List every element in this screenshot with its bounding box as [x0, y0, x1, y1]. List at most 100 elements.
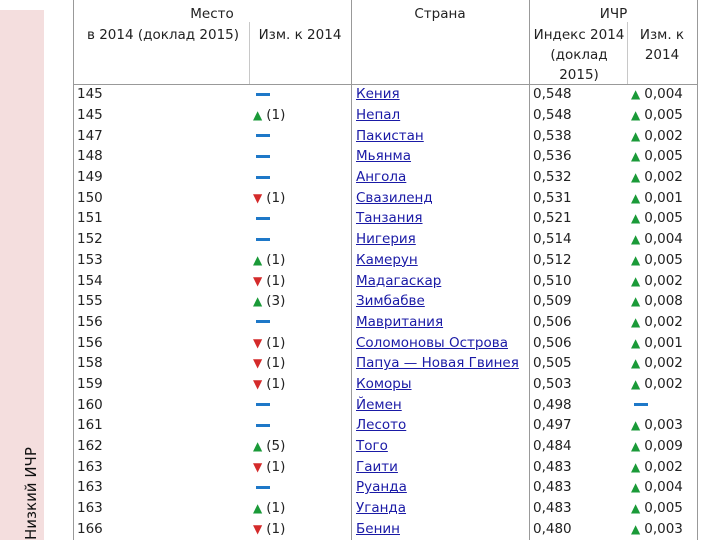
up-arrow-icon: ▲	[253, 252, 263, 267]
rank-change-cell	[253, 394, 354, 415]
header-index-change: Изм. к 2014	[639, 27, 685, 63]
country-cell: Гаити	[354, 456, 532, 477]
country-link[interactable]: Бенин	[356, 521, 400, 537]
country-link[interactable]: Мадагаскар	[356, 273, 441, 289]
rank-change-cell	[253, 415, 354, 436]
table-row: 145 Кения 0,548 ▲ 0,004	[74, 84, 701, 105]
index-cell: 0,497	[533, 417, 572, 434]
rank-change-cell: ▼ (1)	[253, 187, 354, 208]
rank-change-cell	[253, 167, 354, 188]
no-change-icon	[256, 237, 270, 241]
country-link[interactable]: Ангола	[356, 169, 406, 185]
index-change-cell: ▲ 0,002	[631, 312, 701, 333]
index-change-cell: ▲ 0,001	[631, 187, 701, 208]
no-change-icon	[256, 175, 270, 179]
country-cell: Пакистан	[354, 125, 532, 146]
change-value: 0,004	[644, 231, 683, 248]
index-change-cell	[631, 394, 701, 415]
country-link[interactable]: Лесото	[356, 417, 406, 433]
down-arrow-icon: ▼	[253, 521, 263, 536]
up-arrow-icon: ▲	[631, 87, 641, 102]
down-arrow-icon: ▼	[253, 459, 263, 474]
rank-change-cell: ▲ (5)	[253, 436, 354, 457]
country-link[interactable]: Непал	[356, 107, 400, 123]
change-value: 0,005	[644, 251, 683, 268]
up-arrow-icon: ▲	[631, 273, 641, 288]
index-change-cell: ▲ 0,002	[631, 456, 701, 477]
down-arrow-icon: ▼	[253, 376, 263, 391]
country-cell: Ангола	[354, 167, 532, 188]
country-link[interactable]: Йемен	[356, 397, 402, 413]
country-link[interactable]: Свазиленд	[356, 190, 433, 206]
up-arrow-icon: ▲	[631, 521, 641, 536]
up-arrow-icon: ▲	[631, 294, 641, 309]
country-cell: Руанда	[354, 477, 532, 498]
up-arrow-icon: ▲	[631, 149, 641, 164]
up-arrow-icon: ▲	[631, 128, 641, 143]
country-link[interactable]: Нигерия	[356, 231, 416, 247]
index-cell: 0,498	[533, 396, 572, 413]
country-link[interactable]: Пакистан	[356, 128, 424, 144]
change-value: 0,001	[644, 189, 683, 206]
table-row: 151 Танзания 0,521 ▲ 0,005	[74, 208, 701, 229]
up-arrow-icon: ▲	[631, 501, 641, 516]
header-rank-change: Изм. к 2014	[258, 27, 342, 43]
country-link[interactable]: Папуа — Новая Гвинея	[356, 355, 519, 371]
rank-change-cell: ▲ (3)	[253, 291, 354, 312]
rank-change-cell: ▲ (1)	[253, 105, 354, 126]
country-link[interactable]: Уганда	[356, 500, 406, 516]
country-cell: Уганда	[354, 498, 532, 519]
country-cell: Йемен	[354, 394, 532, 415]
table-row: 156 ▼ (1) Соломоновы Острова 0,506 ▲ 0,001	[74, 332, 701, 353]
country-link[interactable]: Мавритания	[356, 314, 443, 330]
country-link[interactable]: Танзания	[356, 210, 423, 226]
rank-change-cell: ▼ (1)	[253, 374, 354, 395]
change-value: 0,005	[644, 148, 683, 165]
country-link[interactable]: Того	[356, 438, 388, 454]
country-cell: Мадагаскар	[354, 270, 532, 291]
country-link[interactable]: Руанда	[356, 479, 407, 495]
rank-cell: 149	[77, 169, 103, 186]
table-row: 156 Мавритания 0,506 ▲ 0,002	[74, 312, 701, 333]
no-change-icon	[256, 216, 270, 220]
no-change-icon	[256, 154, 270, 158]
country-link[interactable]: Гаити	[356, 459, 398, 475]
rank-cell: 151	[77, 210, 103, 227]
country-link[interactable]: Коморы	[356, 376, 412, 392]
up-arrow-icon: ▲	[631, 211, 641, 226]
index-cell: 0,483	[533, 479, 572, 496]
country-link[interactable]: Соломоновы Острова	[356, 335, 508, 351]
change-value: 0,004	[644, 479, 683, 496]
change-value: 0,002	[644, 375, 683, 392]
rank-change-cell: ▼ (1)	[253, 518, 354, 539]
up-arrow-icon: ▲	[253, 294, 263, 309]
index-change-cell: ▲ 0,005	[631, 498, 701, 519]
country-cell: Папуа — Новая Гвинея	[354, 353, 532, 374]
country-cell: Зимбабве	[354, 291, 532, 312]
change-value: 0,002	[644, 127, 683, 144]
change-value: (1)	[266, 334, 286, 351]
no-change-icon	[256, 403, 270, 407]
change-value: (1)	[266, 107, 286, 124]
country-cell: Того	[354, 436, 532, 457]
rank-cell: 153	[77, 251, 103, 268]
header-hdi: ИЧР	[599, 6, 628, 22]
country-link[interactable]: Мьянма	[356, 148, 411, 164]
country-link[interactable]: Зимбабве	[356, 293, 425, 309]
change-value: (1)	[266, 251, 286, 268]
index-cell: 0,483	[533, 500, 572, 517]
rank-change-cell	[253, 312, 354, 333]
index-change-cell: ▲ 0,002	[631, 270, 701, 291]
country-link[interactable]: Кения	[356, 86, 400, 102]
table-row: 150 ▼ (1) Свазиленд 0,531 ▲ 0,001	[74, 187, 701, 208]
up-arrow-icon: ▲	[631, 459, 641, 474]
change-value: 0,003	[644, 417, 683, 434]
index-cell: 0,531	[533, 189, 572, 206]
rank-cell: 163	[77, 458, 103, 475]
rank-cell: 150	[77, 189, 103, 206]
country-link[interactable]: Камерун	[356, 252, 418, 268]
rank-change-cell: ▼ (1)	[253, 270, 354, 291]
up-arrow-icon: ▲	[631, 480, 641, 495]
table-row: 145 ▲ (1) Непал 0,548 ▲ 0,005	[74, 105, 701, 126]
change-value: 0,005	[644, 210, 683, 227]
